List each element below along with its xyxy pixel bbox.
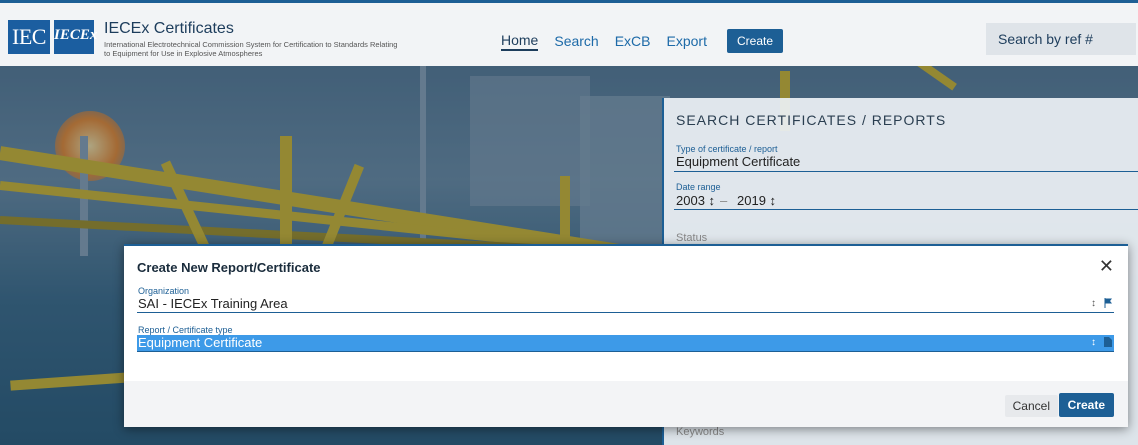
date-from-select[interactable]: 2003 ↕: [676, 193, 715, 208]
report-type-select[interactable]: Equipment Certificate ↕: [137, 335, 1114, 352]
type-label: Type of certificate / report: [676, 144, 778, 154]
select-arrows-icon: ↕: [1091, 337, 1096, 348]
app-header: IEC IECEx IECEx Certificates Internation…: [0, 0, 1138, 66]
nav-create-button[interactable]: Create: [726, 29, 784, 53]
dialog-title: Create New Report/Certificate: [137, 260, 321, 275]
dialog-footer: Cancel Create: [124, 381, 1128, 427]
iec-logo[interactable]: IEC: [8, 20, 50, 54]
date-separator: –: [720, 193, 728, 208]
type-select[interactable]: Equipment Certificate: [676, 154, 800, 169]
date-to-select[interactable]: 2019 ↕: [737, 193, 776, 208]
organization-label: Organization: [138, 286, 190, 296]
organization-value: SAI - IECEx Training Area: [138, 296, 288, 311]
date-range-label: Date range: [676, 182, 721, 192]
iecex-logo[interactable]: IECEx: [54, 20, 97, 54]
flag-icon: [1104, 298, 1112, 308]
document-icon: [1104, 337, 1112, 347]
search-panel-title: SEARCH CERTIFICATES / REPORTS: [676, 112, 947, 128]
nav-export[interactable]: Export: [667, 33, 707, 49]
select-arrows-icon: ↕: [1091, 298, 1096, 309]
keywords-label: Keywords: [676, 426, 725, 438]
report-type-label: Report / Certificate type: [138, 325, 233, 335]
cancel-button[interactable]: Cancel: [1004, 395, 1058, 417]
app-title: IECEx Certificates: [104, 20, 234, 37]
nav-home[interactable]: Home: [501, 32, 539, 51]
close-icon[interactable]: ✕: [1099, 256, 1114, 277]
create-dialog: Create New Report/Certificate ✕ Organiza…: [124, 244, 1128, 427]
status-label: Status: [676, 232, 708, 244]
nav-excb[interactable]: ExCB: [615, 33, 651, 49]
nav-search[interactable]: Search: [554, 33, 598, 49]
create-button[interactable]: Create: [1058, 393, 1114, 417]
report-type-value: Equipment Certificate: [138, 335, 263, 350]
organization-select[interactable]: SAI - IECEx Training Area ↕: [137, 296, 1114, 313]
search-by-ref-input[interactable]: Search by ref #: [986, 23, 1136, 55]
main-nav: Home Search ExCB Export Create: [501, 29, 784, 53]
app-subtitle: International Electrotechnical Commissio…: [104, 40, 398, 58]
